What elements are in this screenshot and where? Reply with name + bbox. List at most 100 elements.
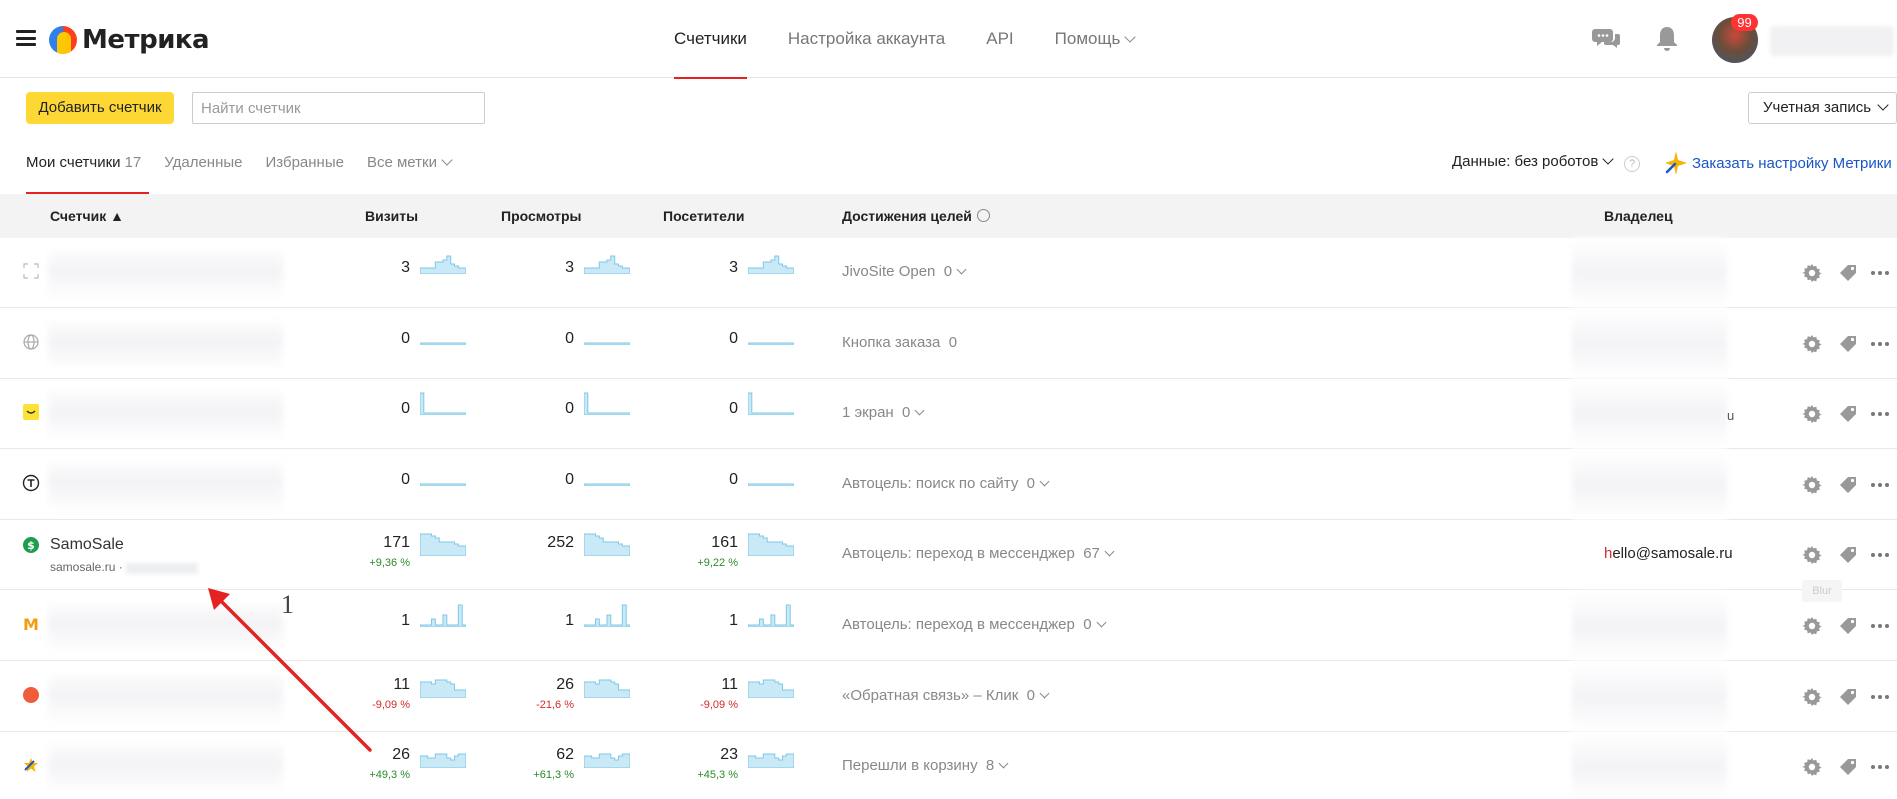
visitors-sparkline <box>748 753 794 769</box>
visits-sparkline <box>420 255 466 274</box>
col-visitors[interactable]: Посетители <box>663 194 744 238</box>
data-filter-dropdown[interactable]: Данные: без роботов <box>1452 153 1614 170</box>
tag-icon[interactable] <box>1837 333 1859 355</box>
visitors-sparkline <box>748 604 794 627</box>
goal-count: 0 <box>1026 686 1035 704</box>
more-options-icon[interactable] <box>1869 544 1891 566</box>
counter-name-blurred[interactable] <box>48 457 283 512</box>
owner-blurred <box>1572 732 1727 799</box>
visits-sparkline <box>420 533 466 557</box>
tag-icon[interactable] <box>1837 615 1859 637</box>
visits-sparkline <box>420 604 466 627</box>
fullscreen-icon <box>22 262 40 280</box>
menu-icon[interactable] <box>16 30 36 46</box>
goal-dropdown[interactable]: Автоцель: переход в мессенджер 0 <box>842 616 1106 633</box>
more-options-icon[interactable] <box>1869 615 1891 637</box>
tab-counters-label: Счетчики <box>674 29 747 48</box>
visits-value: 171 <box>383 534 410 552</box>
account-select[interactable]: Учетная запись <box>1748 92 1897 124</box>
visits-sparkline <box>420 679 466 698</box>
tag-icon[interactable] <box>1837 686 1859 708</box>
visitors-delta: +9,22 % <box>697 557 738 570</box>
counter-name-blurred[interactable] <box>48 316 283 371</box>
red-dot-icon <box>22 686 40 704</box>
settings-gear-icon[interactable] <box>1801 615 1823 637</box>
tab-api[interactable]: API <box>986 0 1013 78</box>
tab-counters[interactable]: Счетчики <box>674 0 747 79</box>
sparkle-icon <box>1665 151 1687 175</box>
help-icon[interactable]: ? <box>1624 156 1640 172</box>
metrika-logo[interactable]: Метрика <box>49 25 210 55</box>
visitors-sparkline <box>748 679 794 698</box>
table-row[interactable]: 0001 экран 0 <box>0 379 1897 450</box>
chat-icon[interactable] <box>1592 24 1622 54</box>
more-options-icon[interactable] <box>1869 403 1891 425</box>
more-options-icon[interactable] <box>1869 756 1891 778</box>
table-row[interactable]: 0 0 0 Кнопка заказа 0 <box>0 308 1897 379</box>
tag-icon[interactable] <box>1837 262 1859 284</box>
col-goals[interactable]: Достижения целей <box>842 194 990 238</box>
goal-dropdown[interactable]: 1 экран 0 <box>842 404 925 421</box>
goal-dropdown[interactable]: Кнопка заказа 0 <box>842 334 957 351</box>
goal-count: 8 <box>985 757 995 775</box>
tag-icon[interactable] <box>1837 403 1859 425</box>
col-counter[interactable]: Счетчик ▲ <box>50 194 124 238</box>
col-visits[interactable]: Визиты <box>365 194 418 238</box>
views-value: 0 <box>565 400 574 418</box>
col-owner[interactable]: Владелец <box>1604 194 1673 238</box>
counter-name-blurred[interactable] <box>48 387 283 442</box>
counter-name-blurred[interactable] <box>48 246 283 300</box>
tag-icon[interactable] <box>1837 544 1859 566</box>
settings-gear-icon[interactable] <box>1801 262 1823 284</box>
goal-dropdown[interactable]: Автоцель: поиск по сайту 0 <box>842 475 1050 492</box>
settings-gear-icon[interactable] <box>1801 756 1823 778</box>
settings-gear-icon[interactable] <box>1801 403 1823 425</box>
owner-blurred <box>1572 591 1727 661</box>
tab-help[interactable]: Помощь <box>1055 0 1136 78</box>
more-options-icon[interactable] <box>1869 474 1891 496</box>
tab-account-settings[interactable]: Настройка аккаунта <box>788 0 945 78</box>
globe-icon <box>22 333 40 351</box>
goal-dropdown[interactable]: Перешли в корзину 8 <box>842 757 1009 775</box>
settings-gear-icon[interactable] <box>1801 544 1823 566</box>
table-row[interactable]: 3 3 3 JivoSite Open 0 <box>0 238 1897 308</box>
order-setup-link[interactable]: Заказать настройку Метрики <box>1663 150 1892 176</box>
samosale-icon: $ <box>22 536 40 554</box>
goal-dropdown[interactable]: JivoSite Open 0 <box>842 263 967 280</box>
counter-count: 17 <box>124 154 142 171</box>
settings-gear-icon[interactable] <box>1801 474 1823 496</box>
more-options-icon[interactable] <box>1869 262 1891 284</box>
chevron-down-icon <box>998 758 1009 769</box>
tag-icon[interactable] <box>1837 756 1859 778</box>
search-counter-input[interactable] <box>192 92 485 124</box>
table-row[interactable]: 0 0 0 Автоцель: поиск по сайту 0 <box>0 449 1897 520</box>
views-sparkline <box>584 255 630 274</box>
counter-name[interactable]: SamoSale <box>50 536 124 554</box>
tag-icon[interactable] <box>1837 474 1859 496</box>
info-icon[interactable] <box>976 209 990 222</box>
settings-gear-icon[interactable] <box>1801 333 1823 355</box>
subtab-my-counters[interactable]: Мои счетчики 17 <box>26 140 150 194</box>
account-name-blurred[interactable] <box>1770 26 1894 56</box>
more-options-icon[interactable] <box>1869 686 1891 708</box>
subtab-deleted[interactable]: Удаленные <box>164 140 242 194</box>
visitors-value: 11 <box>721 675 738 693</box>
settings-gear-icon[interactable] <box>1801 686 1823 708</box>
visitors-sparkline <box>748 342 794 345</box>
more-options-icon[interactable] <box>1869 333 1891 355</box>
subtab-favorites[interactable]: Избранные <box>266 140 344 194</box>
views-sparkline <box>584 753 630 769</box>
owner-email: hello@samosale.ru <box>1604 545 1733 562</box>
add-counter-button[interactable]: Добавить счетчик <box>26 92 174 124</box>
col-views[interactable]: Просмотры <box>501 194 582 238</box>
goal-label: Автоцель: переход в мессенджер <box>842 545 1075 563</box>
goal-dropdown[interactable]: «Обратная связь» – Клик 0 <box>842 686 1050 704</box>
goal-label: JivoSite Open <box>842 263 936 280</box>
bell-icon[interactable] <box>1655 24 1679 54</box>
visitors-value: 0 <box>729 470 738 488</box>
subtab-all-tags[interactable]: Все метки <box>367 140 453 194</box>
goal-dropdown[interactable]: Автоцель: переход в мессенджер 67 <box>842 545 1115 563</box>
views-sparkline <box>584 483 630 486</box>
visits-value: 0 <box>401 470 410 488</box>
visitors-value: 161 <box>711 534 738 552</box>
